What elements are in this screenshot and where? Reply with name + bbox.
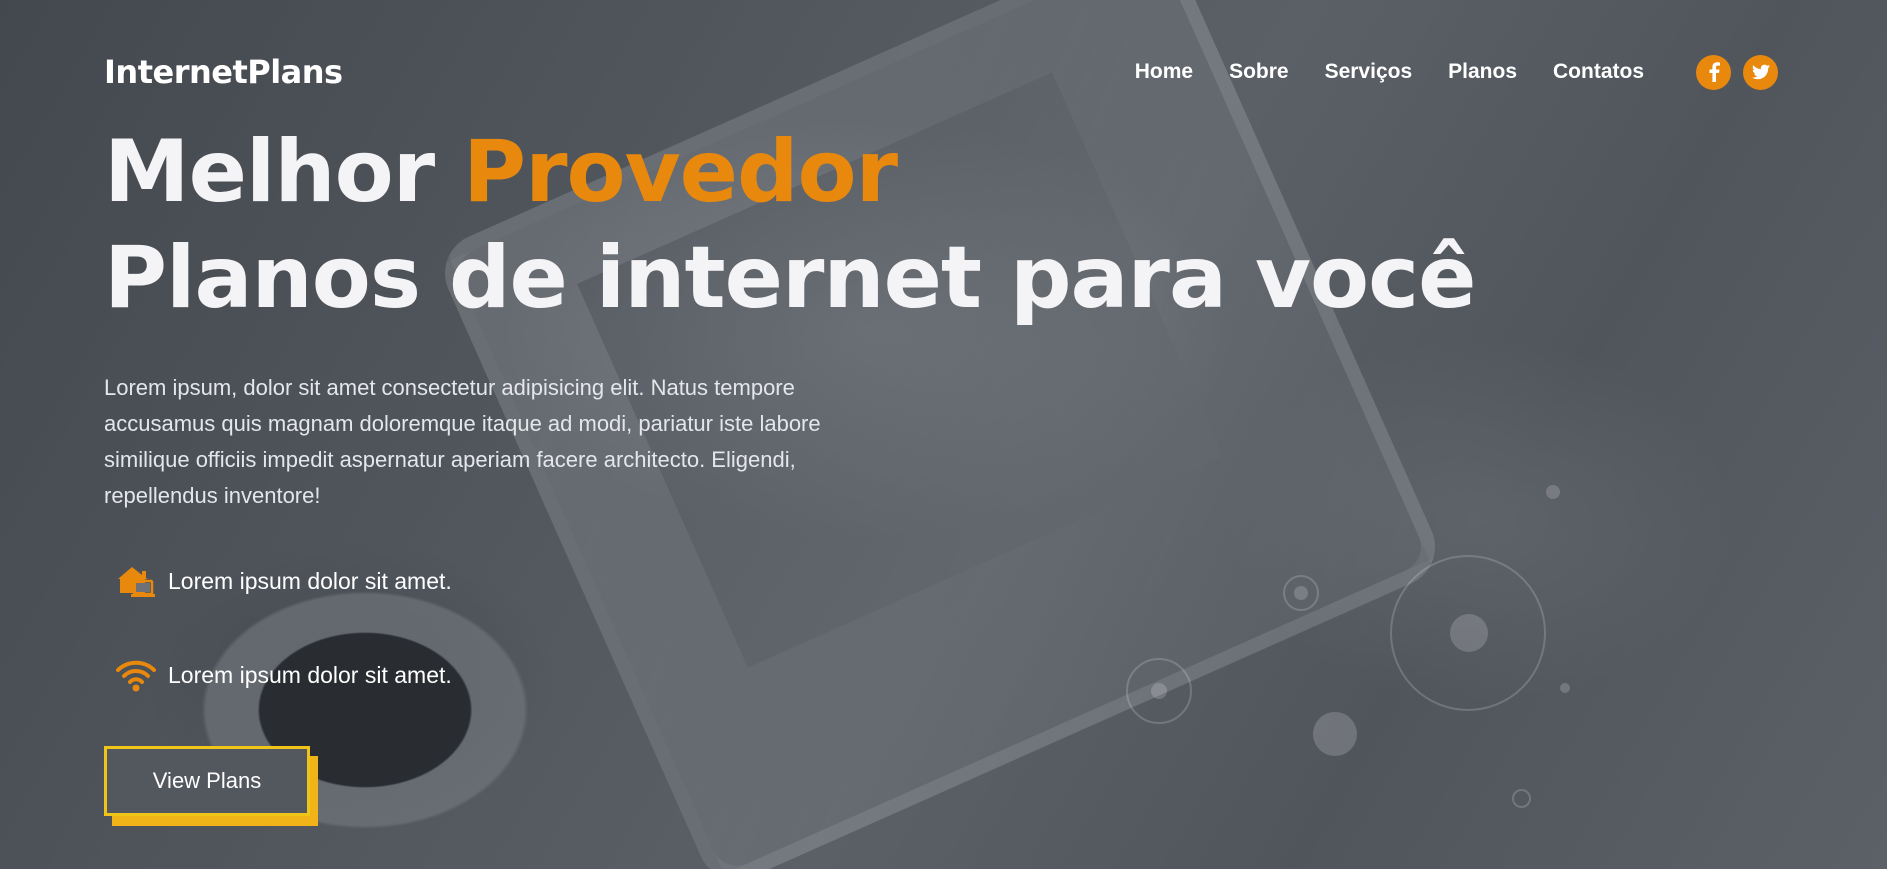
hero-title-accent: Provedor xyxy=(463,122,898,222)
feature-text: Lorem ipsum dolor sit amet. xyxy=(168,661,452,688)
feature-text: Lorem ipsum dolor sit amet. xyxy=(168,567,452,594)
nav-sobre[interactable]: Sobre xyxy=(1229,60,1289,84)
decor-bubble xyxy=(1294,586,1308,600)
nav-contatos[interactable]: Contatos xyxy=(1553,60,1644,84)
brand-logo[interactable]: InternetPlans xyxy=(104,53,343,91)
hero-title-line2: Planos de internet para você xyxy=(104,228,1476,328)
social-links xyxy=(1684,54,1778,90)
decor-bubble xyxy=(1512,789,1531,808)
decor-bubble xyxy=(1151,683,1167,699)
nav-planos[interactable]: Planos xyxy=(1448,60,1517,84)
twitter-icon[interactable] xyxy=(1743,54,1778,90)
decor-bubble xyxy=(1546,485,1560,499)
nav-home[interactable]: Home xyxy=(1135,60,1193,84)
decor-bubble xyxy=(1560,683,1570,693)
nav-servicos[interactable]: Serviços xyxy=(1325,60,1413,84)
hero-title: Melhor Provedor Planos de internet para … xyxy=(104,122,1476,334)
house-laptop-icon xyxy=(114,561,158,601)
feature-item: Lorem ipsum dolor sit amet. xyxy=(114,655,452,695)
site-header: InternetPlans Home Sobre Serviços Planos… xyxy=(104,50,1778,94)
hero-lead-text: Lorem ipsum, dolor sit amet consectetur … xyxy=(104,375,821,508)
decor-bubble xyxy=(1313,712,1357,756)
facebook-icon[interactable] xyxy=(1696,54,1731,90)
wifi-icon xyxy=(114,655,158,695)
view-plans-button-wrap: View Plans xyxy=(104,746,318,826)
feature-item: Lorem ipsum dolor sit amet. xyxy=(114,561,452,601)
main-nav: Home Sobre Serviços Planos Contatos xyxy=(1099,54,1778,90)
view-plans-button[interactable]: View Plans xyxy=(104,746,310,816)
decor-bubble xyxy=(1450,614,1488,652)
hero-title-part1: Melhor xyxy=(104,122,464,222)
